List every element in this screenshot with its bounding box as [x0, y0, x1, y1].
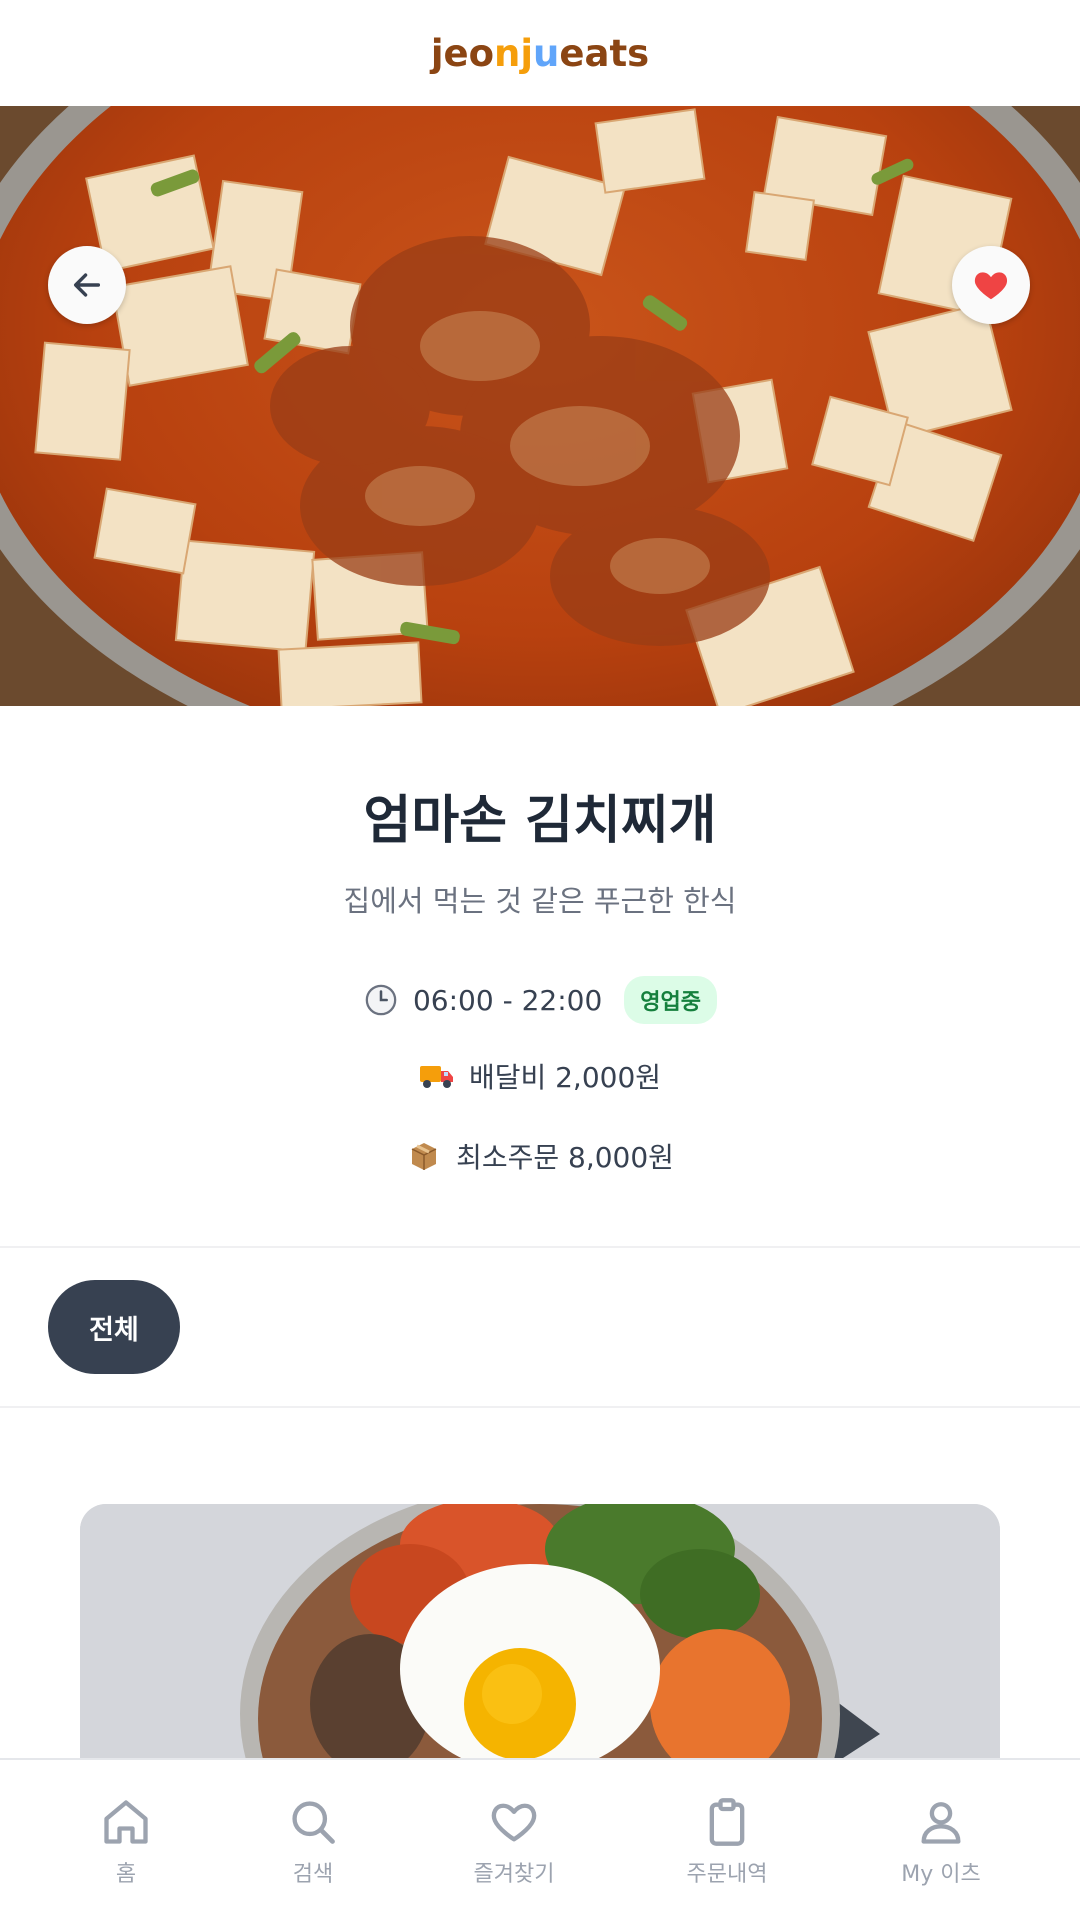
menu-category-bar: 전체	[0, 1248, 1080, 1406]
menu-item-card[interactable]	[80, 1504, 1000, 1760]
open-status-badge: 영업중	[624, 976, 718, 1024]
heart-icon	[491, 1803, 537, 1842]
nav-item-search[interactable]: 검색	[223, 1760, 403, 1920]
clipboard-icon	[709, 1798, 745, 1846]
business-hours: 06:00 - 22:00	[412, 983, 603, 1017]
nav-label: 홈	[115, 1862, 137, 1887]
nav-label: 주문내역	[686, 1862, 768, 1887]
nav-item-orders[interactable]: 주문내역	[637, 1760, 817, 1920]
arrow-left-icon	[73, 273, 101, 297]
restaurant-info: 엄마손 김치찌개 집에서 먹는 것 같은 푸근한 한식 06:00 - 22:0…	[0, 706, 1080, 1246]
restaurant-description: 집에서 먹는 것 같은 푸근한 한식	[343, 884, 737, 918]
bibimbap-photo	[80, 1504, 1000, 1760]
nav-label: 즐겨찾기	[473, 1862, 555, 1887]
package-icon	[406, 1138, 442, 1174]
nav-item-home[interactable]: 홈	[36, 1760, 216, 1920]
favorite-button[interactable]	[952, 246, 1030, 324]
nav-label: 검색	[292, 1862, 334, 1887]
app-header: jeonjueats	[0, 0, 1080, 106]
min-order-row: 최소주문 8,000원	[0, 1136, 1080, 1176]
nav-item-my-eats[interactable]: My 이츠	[851, 1760, 1031, 1920]
user-icon	[921, 1802, 961, 1844]
home-icon	[104, 1800, 148, 1844]
logo-part: n	[494, 31, 521, 75]
heart-filled-icon	[974, 272, 1008, 300]
nav-item-favorites[interactable]: 즐겨찾기	[424, 1760, 604, 1920]
bottom-navigation: 홈 검색 즐겨찾기 주문내역 My 이츠	[0, 1758, 1080, 1920]
category-chip-all[interactable]: 전체	[48, 1280, 180, 1374]
kimchi-stew-photo	[0, 106, 1080, 706]
app-logo[interactable]: jeonjueats	[431, 32, 649, 75]
divider	[0, 1406, 1080, 1408]
delivery-truck-icon	[419, 1058, 455, 1094]
logo-part: j	[520, 31, 534, 75]
delivery-fee: 배달비 2,000원	[468, 1061, 662, 1094]
minimum-order: 최소주문 8,000원	[456, 1141, 674, 1174]
logo-part: jeo	[430, 31, 495, 75]
restaurant-hero-image	[0, 106, 1080, 706]
back-button[interactable]	[48, 246, 126, 324]
restaurant-name: 엄마손 김치찌개	[363, 791, 717, 851]
logo-part: u	[533, 31, 560, 75]
clock-icon	[363, 982, 399, 1018]
delivery-fee-row: 배달비 2,000원	[0, 1056, 1080, 1096]
logo-part: eats	[559, 31, 650, 75]
search-icon	[292, 1801, 335, 1844]
nav-label: My 이츠	[901, 1862, 981, 1887]
business-hours-row: 06:00 - 22:00 영업중	[0, 976, 1080, 1024]
